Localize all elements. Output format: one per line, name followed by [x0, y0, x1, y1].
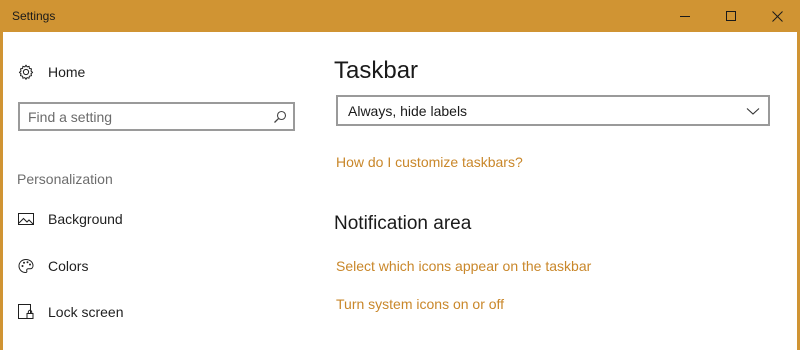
select-icons-link[interactable]: Select which icons appear on the taskbar [336, 258, 591, 274]
sidebar-item-lock-screen[interactable]: Lock screen [17, 301, 123, 323]
personalization-label: Personalization [17, 171, 113, 187]
picture-icon [17, 210, 35, 228]
settings-content: Home Personalization Background [3, 32, 797, 350]
settings-window: Settings Home Find a setting Personaliza… [0, 0, 800, 350]
sidebar-home[interactable]: Home [17, 61, 85, 83]
sidebar-item-label: Colors [48, 258, 89, 274]
system-icons-link[interactable]: Turn system icons on or off [336, 296, 504, 312]
window-title: Settings [12, 9, 56, 23]
close-icon [771, 10, 783, 22]
palette-icon [17, 257, 35, 275]
search-icon[interactable] [272, 109, 288, 125]
sidebar-item-background[interactable]: Background [17, 208, 123, 230]
taskbar-buttons-dropdown[interactable]: Always, hide labels [336, 95, 770, 126]
help-link[interactable]: How do I customize taskbars? [336, 154, 523, 170]
sidebar-item-label: Lock screen [48, 304, 124, 320]
sidebar-item-label: Background [48, 211, 123, 227]
sidebar-home-label: Home [48, 64, 86, 80]
minimize-icon [680, 16, 690, 17]
title-bar[interactable]: Settings [0, 0, 800, 32]
dropdown-selected-value: Always, hide labels [348, 103, 468, 119]
minimize-button[interactable] [662, 0, 708, 32]
maximize-button[interactable] [708, 0, 754, 32]
maximize-icon [726, 11, 736, 21]
lock-screen-icon [17, 303, 35, 321]
close-button[interactable] [754, 0, 800, 32]
chevron-down-icon [746, 108, 760, 115]
page-title: Taskbar [334, 57, 419, 84]
gear-icon [17, 63, 35, 81]
notification-area-heading: Notification area [334, 213, 472, 234]
search-input[interactable] [28, 107, 268, 127]
sidebar-item-colors[interactable]: Colors [17, 255, 88, 277]
search-box[interactable] [18, 102, 295, 131]
